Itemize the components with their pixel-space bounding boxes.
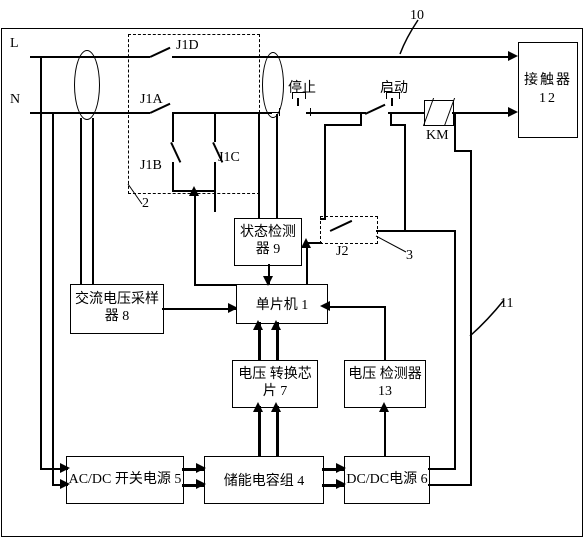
arrow-vconv-mcu-1 [253, 320, 263, 330]
line-dcdc-up2-to-km [454, 150, 472, 152]
dcdc-block: DC/DC电源 6 [344, 456, 430, 504]
arrow-vdet-to-mcu [320, 301, 330, 311]
vdetect-block: 电压 检测器 13 [344, 360, 426, 408]
line-parallel-tie-right [390, 112, 392, 126]
line-N-stop-seg [306, 112, 358, 114]
dcdc-label: DC/DC电源 6 [346, 472, 427, 489]
arrow-dcdc-vdet [379, 402, 389, 412]
acdc-label: AC/DC 开关电源 5 [69, 472, 182, 489]
line-dcdc-up1 [454, 230, 456, 468]
arrow-ctrl-to-J1 [189, 186, 199, 196]
km-label: KM [426, 128, 449, 144]
line-ctrl-up [194, 192, 196, 284]
dashed-J1-group [128, 34, 260, 194]
line-j2-left-up [324, 124, 326, 218]
callout-11-lead [468, 296, 508, 340]
arrow-acdc-cap-2 [196, 479, 206, 489]
state-detector-block: 状态检测器 9 [234, 218, 302, 266]
line-j2-up-right [404, 124, 406, 230]
ct-ellipse-right [262, 52, 284, 118]
line-dcdc-out2 [428, 484, 472, 486]
callout-2-lead [126, 182, 156, 208]
capbank-label: 储能电容组 4 [224, 470, 305, 490]
line-parallel-top-left [324, 124, 362, 126]
vconv-block: 电压 转换芯片 7 [232, 360, 318, 408]
arrow-N-acdc [60, 479, 70, 489]
arrow-state-to-mcu [263, 276, 273, 286]
mcu-block: 单片机 1 [236, 284, 328, 324]
stop-button-icon [284, 92, 312, 112]
relay-J2-label: J2 [336, 244, 348, 260]
line-dcdc-to-j2r [404, 230, 456, 232]
circuit-diagram: L J1D N J1A 停止 启动 KM 接触器 12 J1B J1C [0, 0, 586, 538]
line-L-drop-main [40, 56, 42, 470]
stop-contact-right [310, 108, 311, 116]
arrow-cap-vconv-1 [253, 402, 263, 412]
line-cap-vconv-2 [276, 406, 279, 456]
line-j2-right [376, 230, 406, 232]
arrow-L-to-contactor [508, 51, 518, 61]
line-dcdc-out1 [428, 468, 456, 470]
vdetect-label: 电压 检测器 13 [345, 367, 425, 401]
line-j2-left-in [320, 218, 326, 220]
acdc-block: AC/DC 开关电源 5 [66, 456, 184, 504]
line-dcdc-vdet [384, 406, 386, 456]
line-N-to-sampler [92, 118, 94, 284]
line-ellipse-to-state2 [276, 114, 278, 218]
line-mcu-to-j2 [306, 242, 308, 284]
line-KM-to-contactor [452, 112, 512, 114]
arrow-cap-dcdc-1 [336, 463, 346, 473]
start-button-icon [378, 92, 406, 112]
callout-10-lead [398, 18, 438, 58]
line-vdet-up [384, 306, 386, 360]
line-sampler-to-mcu [162, 308, 236, 310]
terminal-L-label: L [10, 36, 19, 52]
terminal-N-label: N [10, 92, 20, 108]
line-km-tie-down [454, 112, 456, 152]
vconv-label: 电压 转换芯片 7 [233, 367, 317, 401]
line-ctrl-to-mcu [194, 284, 236, 286]
arrow-L-acdc [60, 463, 70, 473]
line-ellipse-to-state1 [258, 114, 260, 218]
arrow-vconv-mcu-2 [271, 320, 281, 330]
line-N-start-right [388, 112, 424, 114]
mcu-label: 单片机 1 [256, 294, 309, 314]
ct-ellipse-left [74, 50, 100, 120]
arrow-mcu-to-j2 [301, 238, 311, 248]
ac-sampler-label: 交流电压采样器 8 [71, 292, 163, 326]
km-coil-icon [424, 100, 452, 124]
line-N-drop-main [52, 112, 54, 484]
line-parallel-tie-left [360, 112, 362, 126]
line-vdet-to-mcu [326, 306, 386, 308]
line-L-to-sampler [80, 118, 82, 284]
ac-sampler-block: 交流电压采样器 8 [70, 284, 164, 334]
arrow-cap-vconv-2 [271, 402, 281, 412]
line-to-state-det [214, 190, 216, 212]
contactor-block: 接触器 12 [518, 42, 578, 138]
arrow-N-to-contactor [508, 107, 518, 117]
line-parallel-top-right [390, 124, 406, 126]
state-detector-label: 状态检测器 9 [235, 225, 301, 259]
arrow-acdc-cap-1 [196, 463, 206, 473]
capbank-block: 储能电容组 4 [204, 456, 324, 504]
arrow-cap-dcdc-2 [336, 479, 346, 489]
line-cap-vconv-1 [258, 406, 261, 456]
contactor-label: 接触器 12 [519, 72, 577, 108]
callout-3-lead [374, 234, 410, 256]
